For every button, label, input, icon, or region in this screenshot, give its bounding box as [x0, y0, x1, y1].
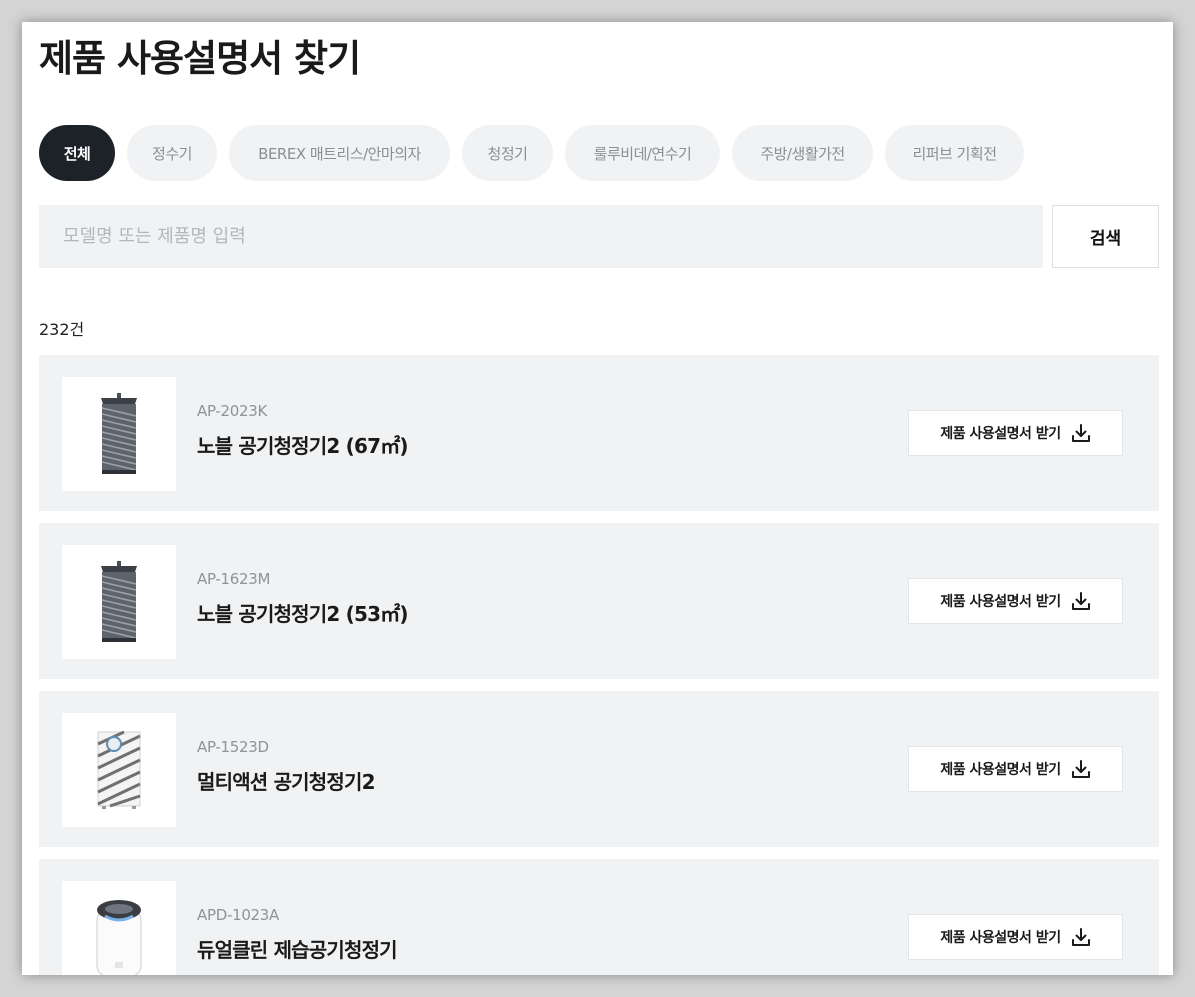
tab-refurb-promotion[interactable]: 리퍼브 기획전 [885, 125, 1024, 181]
download-manual-button[interactable]: 제품 사용설명서 받기 [908, 746, 1123, 792]
product-card: AP-2023K 노블 공기청정기2 (67㎡) 제품 사용설명서 받기 [39, 355, 1159, 511]
download-manual-label: 제품 사용설명서 받기 [940, 762, 1061, 778]
page-frame: 제품 사용설명서 찾기 전체 정수기 BEREX 매트리스/안마의자 청정기 룰… [22, 22, 1173, 975]
download-manual-button[interactable]: 제품 사용설명서 받기 [908, 410, 1123, 456]
tab-all[interactable]: 전체 [39, 125, 115, 181]
product-card: APD-1023A 듀얼클린 제습공기청정기 제품 사용설명서 받기 [39, 859, 1159, 975]
product-model-code: AP-2023K [197, 402, 267, 420]
air-purifier-tower-icon [101, 393, 137, 474]
download-manual-label: 제품 사용설명서 받기 [940, 594, 1061, 610]
category-tabs: 전체 정수기 BEREX 매트리스/안마의자 청정기 룰루비데/연수기 주방/생… [39, 125, 1024, 181]
tab-water-purifier[interactable]: 정수기 [127, 125, 217, 181]
tab-air-purifier[interactable]: 청정기 [462, 125, 553, 181]
product-image [62, 713, 176, 827]
download-icon [1071, 424, 1090, 442]
dehumidifier-icon [96, 900, 142, 975]
search-button[interactable]: 검색 [1052, 205, 1159, 268]
air-purifier-striped-icon [97, 730, 141, 809]
download-icon [1071, 760, 1090, 778]
product-name: 노블 공기청정기2 (53㎡) [197, 602, 409, 626]
product-card: AP-1623M 노블 공기청정기2 (53㎡) 제품 사용설명서 받기 [39, 523, 1159, 679]
search-input[interactable] [39, 205, 1043, 268]
product-model-code: AP-1623M [197, 570, 271, 588]
download-icon [1071, 592, 1090, 610]
download-manual-label: 제품 사용설명서 받기 [940, 930, 1061, 946]
tab-bidet-softener[interactable]: 룰루비데/연수기 [565, 125, 720, 181]
page-title: 제품 사용설명서 찾기 [39, 37, 361, 80]
product-model-code: APD-1023A [197, 906, 280, 924]
download-manual-button[interactable]: 제품 사용설명서 받기 [908, 914, 1123, 960]
tab-kitchen-living[interactable]: 주방/생활가전 [732, 125, 873, 181]
search-bar: 검색 [39, 205, 1159, 268]
download-manual-button[interactable]: 제품 사용설명서 받기 [908, 578, 1123, 624]
tab-berex-mattress-massage-chair[interactable]: BEREX 매트리스/안마의자 [229, 125, 450, 181]
product-card: AP-1523D 멀티액션 공기청정기2 제품 사용설명서 받기 [39, 691, 1159, 847]
result-count: 232건 [39, 320, 85, 339]
product-name: 노블 공기청정기2 (67㎡) [197, 434, 409, 458]
product-image [62, 377, 176, 491]
product-image [62, 545, 176, 659]
download-icon [1071, 928, 1090, 946]
product-name: 멀티액션 공기청정기2 [197, 770, 375, 794]
product-list: AP-2023K 노블 공기청정기2 (67㎡) 제품 사용설명서 받기 AP-… [39, 355, 1159, 975]
product-name: 듀얼클린 제습공기청정기 [197, 938, 398, 962]
product-image [62, 881, 176, 975]
download-manual-label: 제품 사용설명서 받기 [940, 426, 1061, 442]
product-model-code: AP-1523D [197, 738, 269, 756]
air-purifier-tower-icon [101, 561, 137, 642]
